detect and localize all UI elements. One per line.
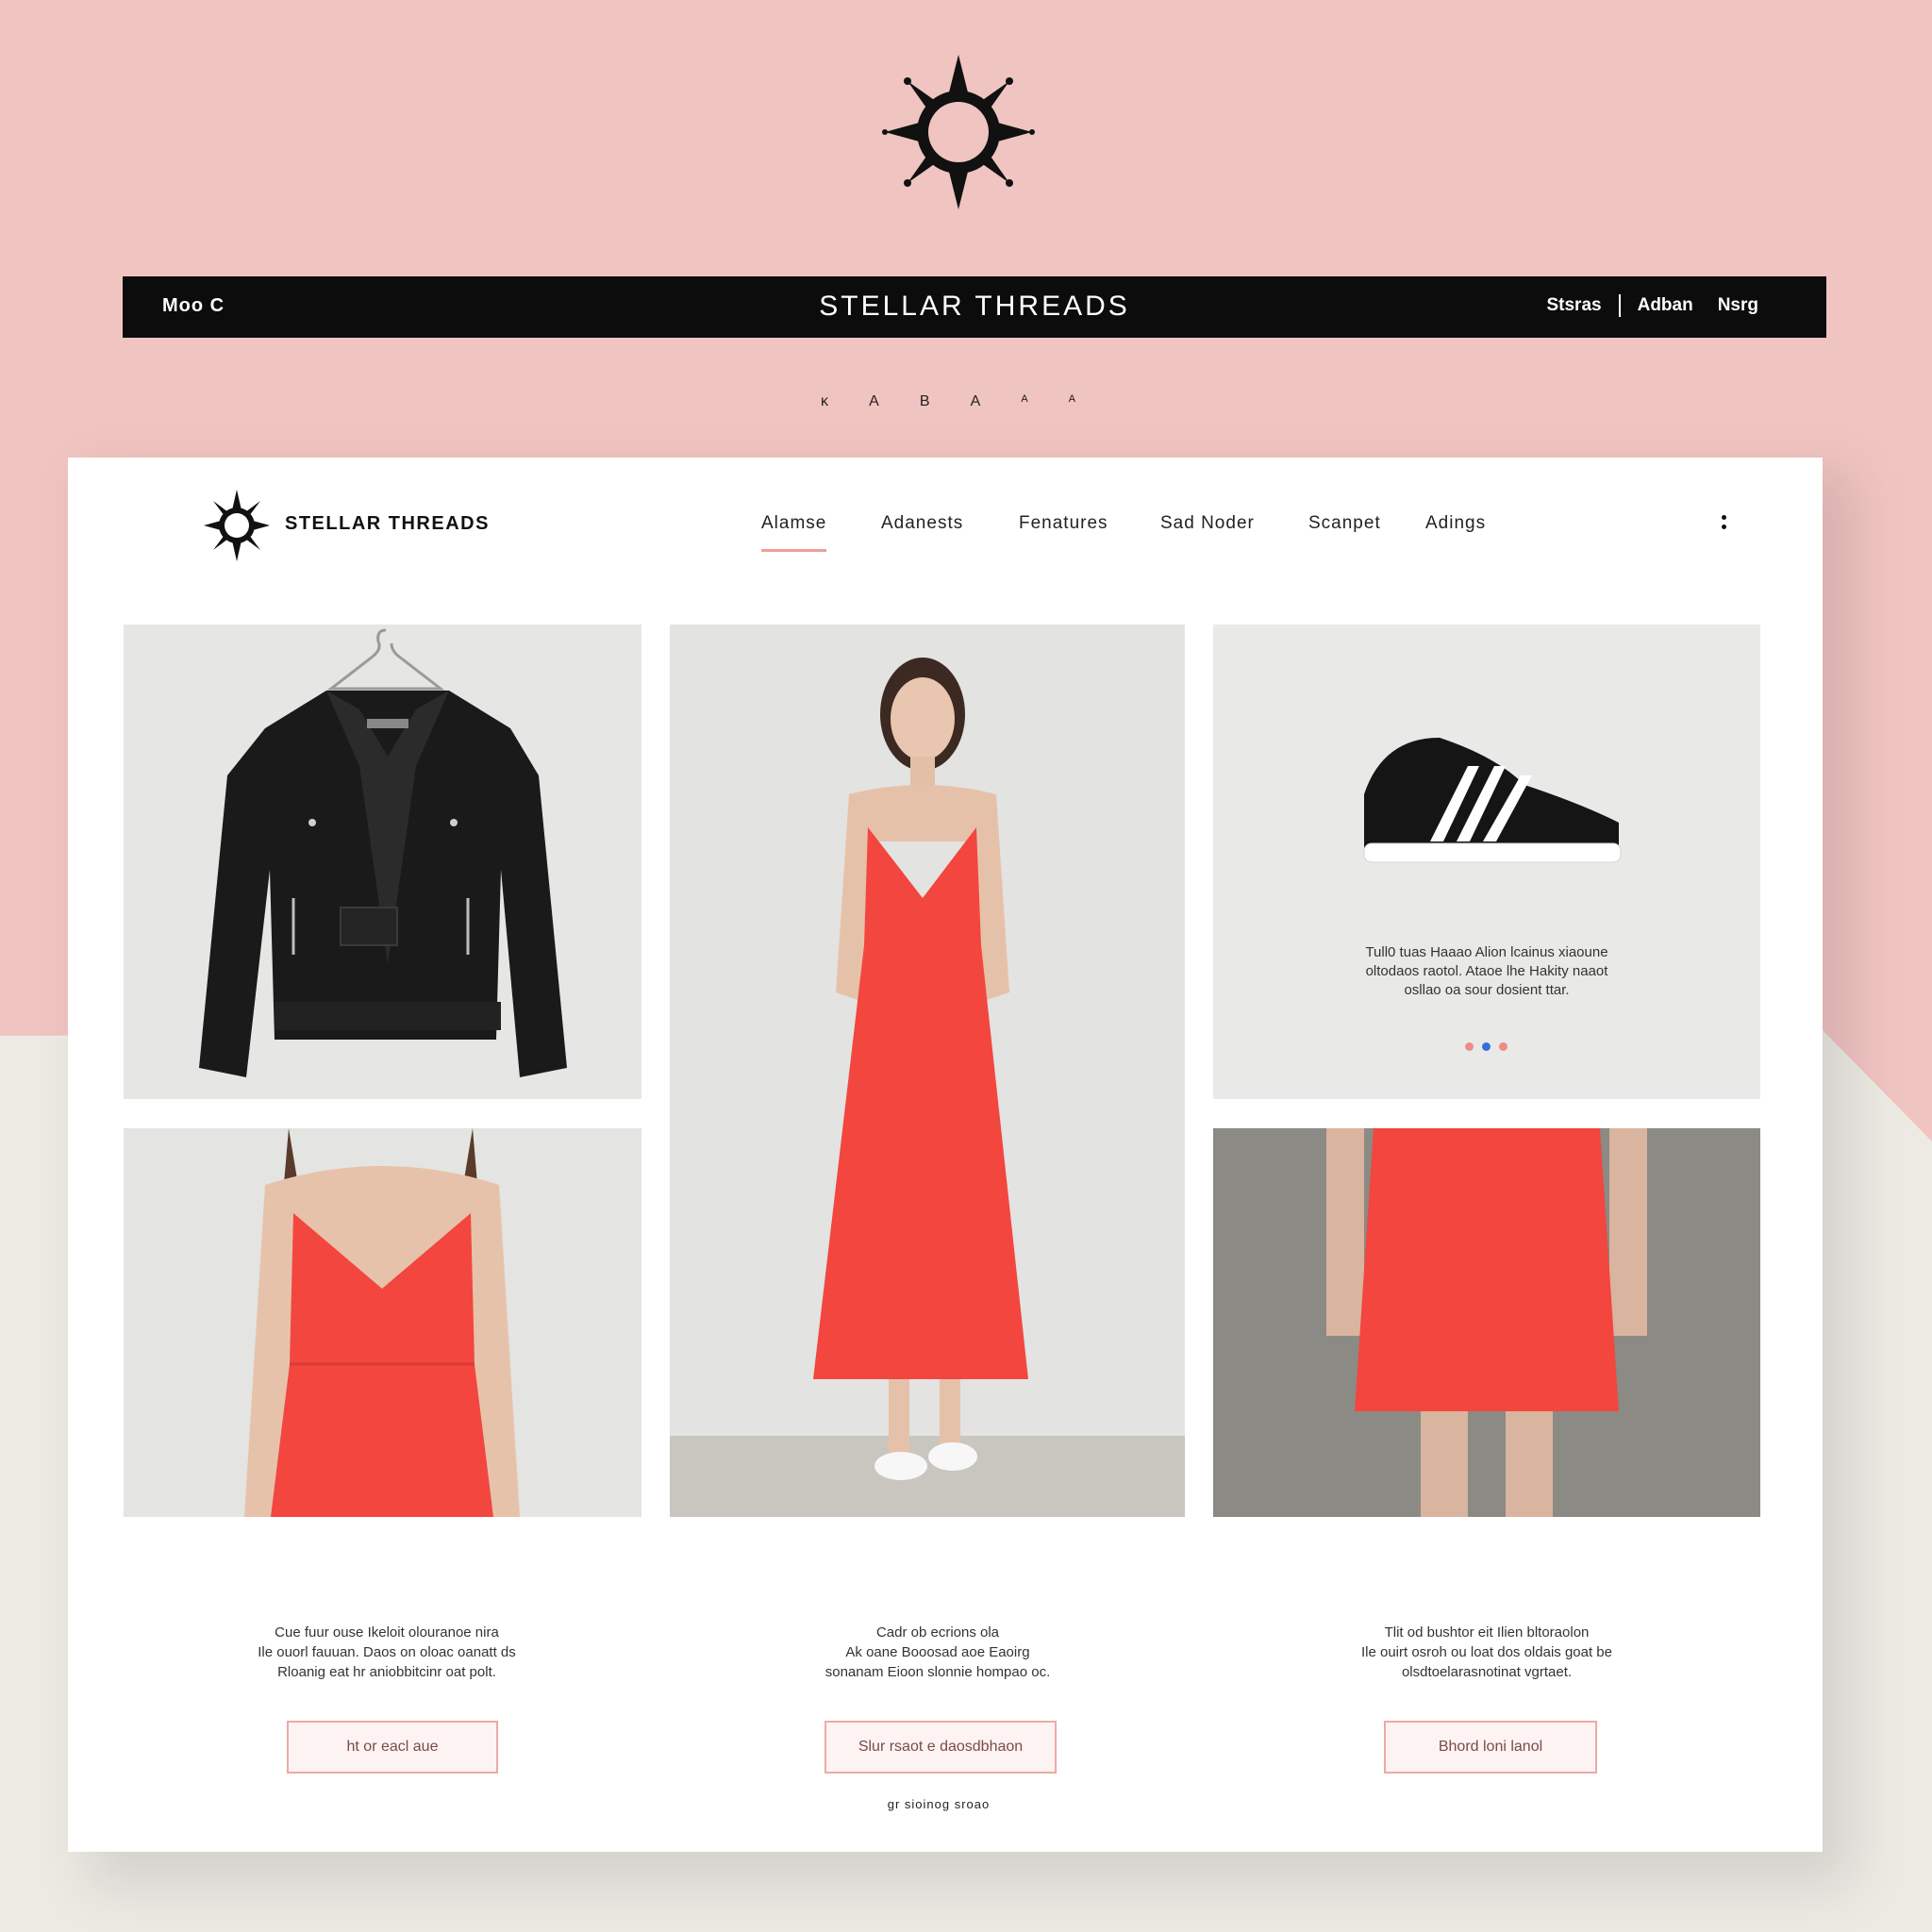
- description-line: Ile ouirt osroh ou loat dos oldais goat …: [1360, 1644, 1612, 1660]
- nav-link-scanpet[interactable]: Scanpet: [1308, 513, 1381, 534]
- product-image-red-dress-bodice[interactable]: [124, 1128, 641, 1517]
- sub-icon-3: B: [919, 393, 930, 409]
- sub-icon-5: ᴬ: [1021, 393, 1028, 409]
- banner-links: Stsras Adban Nsrg: [1546, 294, 1758, 317]
- carousel-dot[interactable]: [1465, 1042, 1474, 1051]
- sub-icon-1: ĸ: [821, 393, 828, 409]
- star-sun-logo-icon: [874, 47, 1043, 217]
- footer-note: gr sioinog sroao: [887, 1797, 991, 1811]
- product-description-3: Tlit od bushtor eit Ilien bltoraolon Ile…: [1317, 1623, 1657, 1682]
- nav-link-fenatures[interactable]: Fenatures: [1019, 513, 1108, 534]
- description-line: sonanam Eioon slonnie hompao oc.: [824, 1664, 1051, 1680]
- shoe-panel-text: Tull0 tuas Haaao Alion lcainus xiaoune o…: [1213, 943, 1760, 1000]
- sub-icon-row: ĸ A B A ᴬ ᴬ: [821, 393, 1075, 416]
- banner-link-2[interactable]: Adban: [1638, 295, 1693, 316]
- cta-button-2[interactable]: Slur rsaot e daosdbhaon: [824, 1721, 1057, 1774]
- sub-icon-2: A: [869, 393, 879, 409]
- shoe-text-line: Tull0 tuas Haaao Alion lcainus xiaoune: [1365, 944, 1608, 960]
- nav-link-sad-noder[interactable]: Sad Noder: [1160, 513, 1255, 534]
- cta-button-3[interactable]: Bhord loni lanol: [1384, 1721, 1597, 1774]
- nav-link-adanests[interactable]: Adanests: [881, 513, 963, 534]
- kebab-menu-icon[interactable]: [1719, 515, 1728, 540]
- top-banner: Moo C STELLAR THREADS Stsras Adban Nsrg: [123, 276, 1826, 338]
- carousel-dot-active[interactable]: [1482, 1042, 1491, 1051]
- carousel-dots: [1465, 1042, 1507, 1051]
- product-image-red-dress-skirt[interactable]: [1213, 1128, 1760, 1517]
- description-line: olsdtoelarasnotinat vgrtaet.: [1401, 1664, 1573, 1680]
- banner-link-3[interactable]: Nsrg: [1718, 295, 1758, 316]
- description-line: Tlit od bushtor eit Ilien bltoraolon: [1384, 1624, 1590, 1641]
- banner-link-1[interactable]: Stsras: [1546, 295, 1601, 316]
- shoe-text-line: osllao oa sour dosient ttar.: [1404, 982, 1570, 998]
- product-image-red-dress-model[interactable]: [670, 625, 1185, 1517]
- description-line: Cadr ob ecrions ola: [875, 1624, 1000, 1641]
- cta-button-1[interactable]: ht or eacl aue: [287, 1721, 498, 1774]
- product-panel-sneaker[interactable]: [1213, 625, 1760, 1099]
- product-description-1: Cue fuur ouse Ikeloit olouranoe nira Ile…: [217, 1623, 557, 1682]
- description-line: Ile ouorl fauuan. Daos on oloac oanatt d…: [258, 1644, 516, 1660]
- product-image-leather-jacket[interactable]: [124, 625, 641, 1099]
- sub-icon-6: ᴬ: [1068, 393, 1075, 409]
- description-line: Cue fuur ouse Ikeloit olouranoe nira: [275, 1624, 499, 1641]
- main-nav: Alamse Adanests Fenatures Sad Noder Scan…: [0, 513, 1932, 552]
- shoe-text-line: oltodaos raotol. Ataoe lhe Hakity naaot: [1365, 963, 1608, 979]
- sub-icon-4: A: [970, 393, 981, 409]
- description-line: Ak oane Booosad aoe Eaoirg: [845, 1644, 1030, 1660]
- description-line: Rloanig eat hr aniobbitcinr oat polt.: [277, 1664, 496, 1680]
- carousel-dot[interactable]: [1499, 1042, 1507, 1051]
- banner-divider: [1618, 294, 1621, 317]
- product-description-2: Cadr ob ecrions ola Ak oane Booosad aoe …: [768, 1623, 1108, 1682]
- nav-link-adings[interactable]: Adings: [1425, 513, 1486, 534]
- nav-link-alamse[interactable]: Alamse: [761, 513, 827, 552]
